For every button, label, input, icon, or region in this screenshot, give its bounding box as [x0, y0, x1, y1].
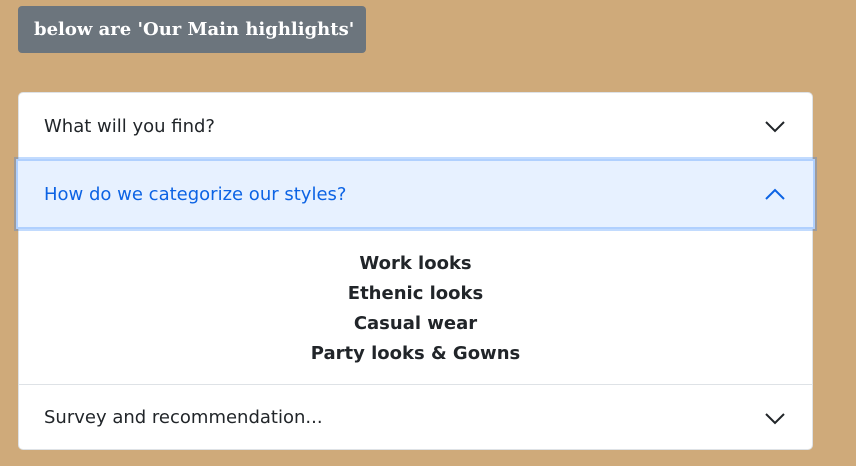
accordion-title: How do we categorize our styles? [44, 183, 347, 205]
chevron-down-icon [765, 412, 785, 424]
accordion-title: What will you find? [44, 115, 215, 137]
chevron-down-icon [765, 121, 785, 133]
accordion-item-what-will-you-find: What will you find? [19, 93, 812, 159]
accordion-header-survey-recommendation[interactable]: Survey and recommendation... [19, 385, 812, 450]
accordion-item-categorize-styles: How do we categorize our styles? Work lo… [14, 157, 817, 384]
style-category-item: Party looks & Gowns [310, 343, 521, 364]
accordion-body-categorize-styles: Work looks Ethenic looks Casual wear Par… [19, 229, 812, 384]
style-category-item: Work looks [359, 253, 472, 274]
style-category-item: Casual wear [353, 313, 478, 334]
highlights-badge: below are 'Our Main highlights' [18, 6, 366, 53]
accordion-header-what-will-you-find[interactable]: What will you find? [19, 93, 812, 159]
accordion-item-survey-recommendation: Survey and recommendation... [19, 384, 812, 450]
accordion-header-categorize-styles[interactable]: How do we categorize our styles? [14, 157, 817, 231]
faq-accordion: What will you find? How do we categorize… [14, 92, 817, 450]
accordion-title: Survey and recommendation... [44, 407, 323, 428]
style-category-item: Ethenic looks [347, 283, 484, 304]
chevron-up-icon [765, 188, 785, 200]
